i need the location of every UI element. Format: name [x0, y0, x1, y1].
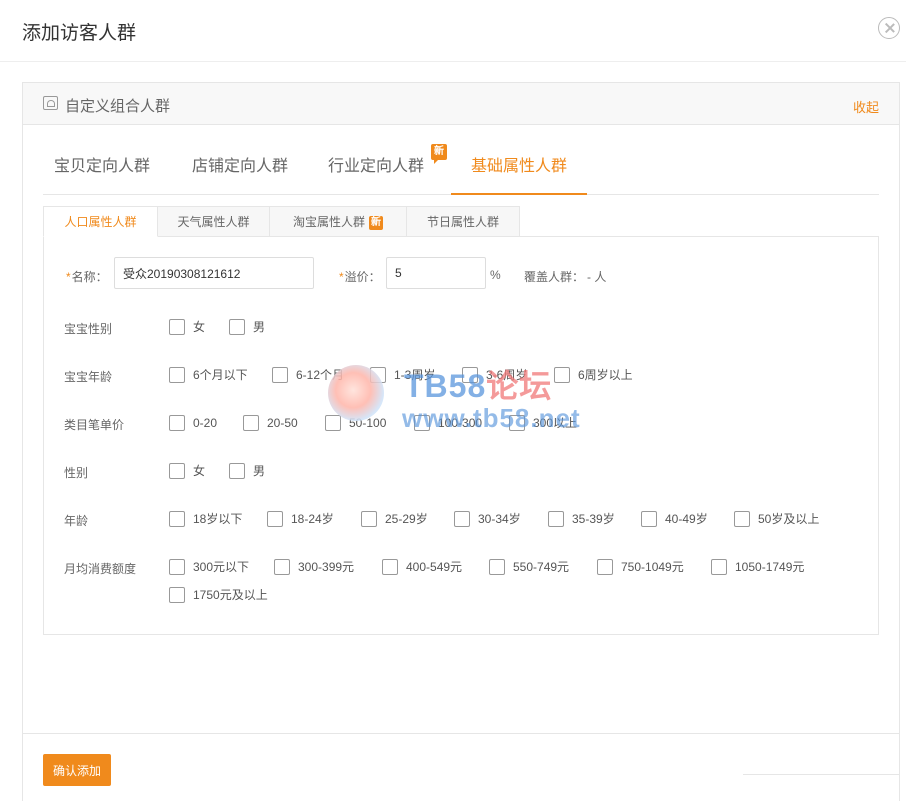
tab-basic-attr-audience[interactable]: 基础属性人群 — [451, 139, 587, 195]
sub-tabs: 人口属性人群 天气属性人群 淘宝属性人群新 节日属性人群 — [43, 206, 879, 237]
footer-divider-right — [743, 774, 899, 775]
dialog-title: 添加访客人群 — [22, 23, 137, 44]
confirm-add-button[interactable]: 确认添加 — [43, 754, 111, 786]
name-label: *名称： — [66, 270, 108, 284]
row-label-age: 年龄 — [64, 514, 89, 528]
subtab-holiday[interactable]: 节日属性人群 — [406, 206, 520, 237]
dialog-header: 添加访客人群 — [0, 0, 906, 62]
close-icon[interactable] — [878, 17, 900, 39]
footer-divider — [23, 733, 899, 734]
collapse-link[interactable]: 收起 — [853, 97, 879, 116]
premium-input[interactable] — [386, 257, 486, 289]
premium-label: *溢价： — [339, 270, 381, 284]
name-input[interactable] — [114, 257, 314, 289]
audience-icon — [43, 96, 58, 110]
panel-header: 自定义组合人群 收起 — [23, 83, 899, 125]
row-label-baby-gender: 宝宝性别 — [64, 322, 113, 336]
custom-audience-panel: 自定义组合人群 收起 宝贝定向人群 店铺定向人群 行业定向人群 新 基础属性人群… — [22, 82, 900, 801]
subtab-taobao[interactable]: 淘宝属性人群新 — [269, 206, 407, 237]
new-badge: 新 — [369, 215, 383, 230]
row-label-baby-age: 宝宝年龄 — [64, 370, 113, 384]
premium-unit: % — [490, 268, 501, 282]
tab-industry-audience[interactable]: 行业定向人群 — [317, 139, 435, 195]
row-label-monthly-spend: 月均消费额度 — [64, 562, 137, 576]
new-badge: 新 — [431, 144, 447, 164]
main-tabs: 宝贝定向人群 店铺定向人群 行业定向人群 新 基础属性人群 — [43, 139, 879, 195]
panel-title: 自定义组合人群 — [65, 98, 171, 115]
subtab-weather[interactable]: 天气属性人群 — [157, 206, 270, 237]
row-label-gender: 性别 — [64, 466, 89, 480]
coverage-value: - 人 — [587, 270, 607, 284]
tab-shop-audience[interactable]: 店铺定向人群 — [181, 139, 299, 195]
subtab-demographic[interactable]: 人口属性人群 — [43, 206, 158, 237]
coverage-label: 覆盖人群： — [524, 270, 585, 284]
subtab-taobao-label: 淘宝属性人群 — [292, 215, 365, 229]
row-label-category-price: 类目笔单价 — [64, 418, 125, 432]
form-box: *名称： *溢价： % 覆盖人群： - 人 宝宝性别 女 男 宝宝年龄 6个月以… — [43, 236, 879, 635]
tab-item-audience[interactable]: 宝贝定向人群 — [43, 139, 161, 195]
